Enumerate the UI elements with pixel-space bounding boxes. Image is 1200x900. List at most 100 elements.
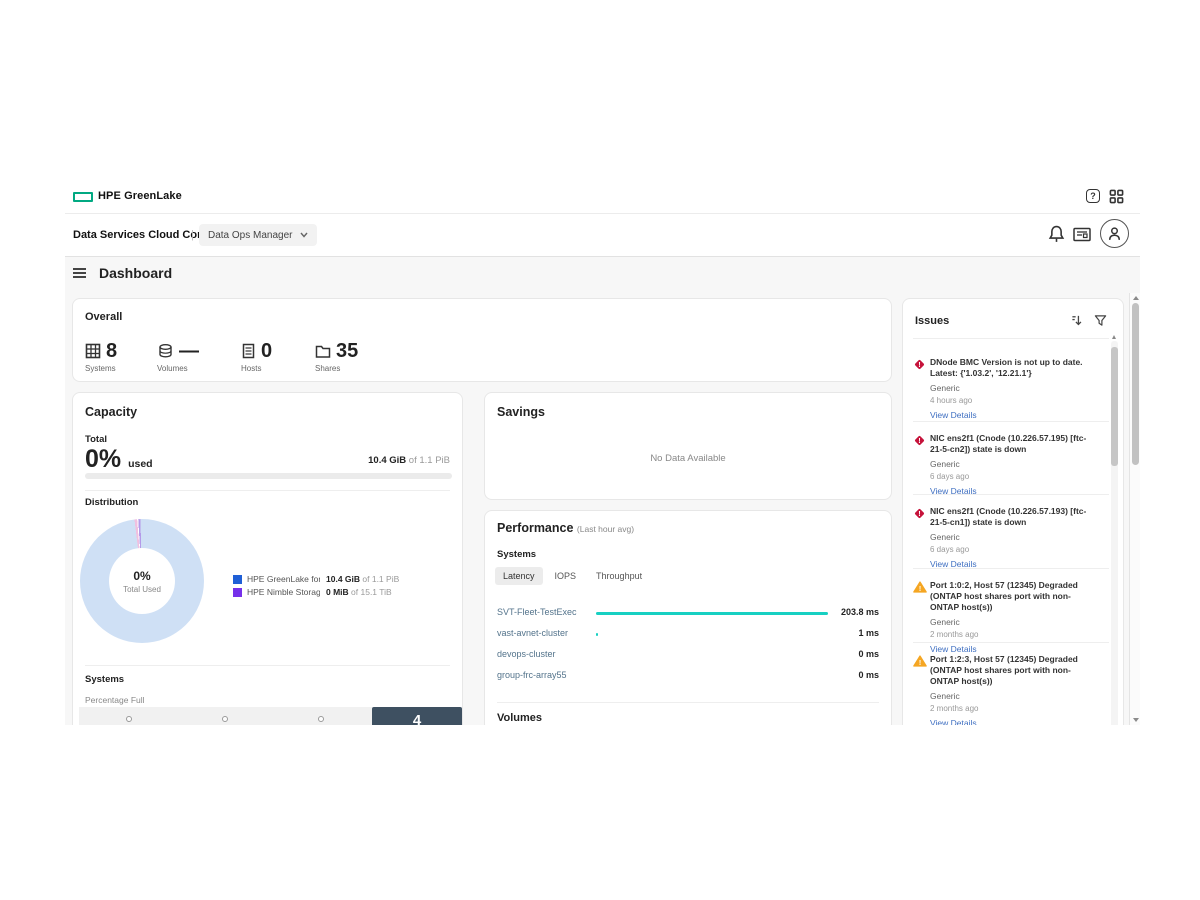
issue-item: ! Port 1:2:3, Host 57 (12345) Degraded (…: [913, 654, 1109, 725]
capacity-used-value: 0% used: [85, 445, 153, 474]
hosts-count: 0: [261, 341, 272, 361]
issue-item: ! NIC ens2f1 (Cnode (10.226.57.195) [ftc…: [913, 433, 1109, 499]
overall-card: Overall 8 Systems: [72, 298, 892, 382]
latency-value: 0 ms: [858, 670, 879, 680]
user-avatar-button[interactable]: [1100, 219, 1129, 248]
latency-bar: [596, 654, 828, 657]
donut-center: 0% Total Used: [109, 548, 175, 614]
latency-value: 1 ms: [858, 628, 879, 638]
distribution-donut-chart: 0% Total Used: [80, 519, 204, 643]
performance-title: Performance (Last hour avg): [497, 521, 634, 535]
apps-grid-icon: [1109, 189, 1124, 204]
filter-icon[interactable]: [1094, 314, 1107, 327]
hpe-logo-icon: [73, 192, 93, 202]
tab-throughput[interactable]: Throughput: [588, 567, 650, 585]
issues-toolbar: [1071, 314, 1107, 327]
latency-value: 203.8 ms: [841, 607, 879, 617]
percentage-full-label: Percentage Full: [85, 695, 145, 705]
menu-button[interactable]: [73, 268, 86, 279]
capacity-title: Capacity: [85, 405, 137, 419]
chevron-down-icon: [300, 232, 308, 238]
critical-icon: !: [913, 507, 926, 520]
hosts-icon: [241, 343, 256, 359]
issue-category: Generic: [930, 459, 1109, 469]
performance-subtitle: (Last hour avg): [577, 524, 634, 534]
capacity-card: Capacity Total 0% used 10.4 GiB of 1.1 P…: [72, 392, 463, 725]
shares-count: 35: [336, 341, 358, 361]
view-details-link[interactable]: View Details: [930, 644, 977, 654]
donut-center-label: Total Used: [123, 585, 161, 594]
system-name-link[interactable]: vast-avnet-cluster: [497, 628, 568, 638]
system-name-link[interactable]: SVT-Fleet-TestExec: [497, 607, 577, 617]
header-separator: |: [191, 229, 194, 241]
bell-icon: [1048, 225, 1065, 244]
scroll-up-arrow-icon[interactable]: [1133, 296, 1139, 300]
systems-icon: [85, 343, 101, 359]
hosts-label: Hosts: [241, 364, 272, 373]
scrollbar-thumb[interactable]: [1111, 347, 1118, 466]
legend-swatch: [233, 588, 242, 597]
warning-icon: !: [913, 655, 927, 667]
sort-icon[interactable]: [1071, 314, 1084, 327]
divider: [497, 702, 879, 703]
performance-tabs: Latency IOPS Throughput: [495, 567, 650, 585]
divider: [913, 642, 1109, 643]
stat-systems: 8 Systems: [85, 341, 117, 373]
divider: [85, 665, 450, 666]
main-content: Dashboard Overall 8 Systems: [65, 257, 1140, 725]
latency-bar: [596, 633, 828, 636]
page-scrollbar[interactable]: [1129, 293, 1140, 725]
svg-text:!: !: [919, 586, 921, 593]
issue-item: ! DNode BMC Version is not up to date. L…: [913, 357, 1109, 423]
issue-title: Port 1:2:3, Host 57 (12345) Degraded (ON…: [930, 654, 1092, 687]
issues-title: Issues: [915, 315, 949, 327]
hpe-greenlake-dashboard: HPE GreenLake ? Data Services Cloud Cons…: [0, 0, 1200, 900]
announcements-button[interactable]: [1073, 227, 1093, 248]
shares-label: Shares: [315, 364, 358, 373]
top-header: HPE GreenLake ?: [65, 183, 1140, 214]
latency-value: 0 ms: [858, 649, 879, 659]
issue-category: Generic: [930, 691, 1109, 701]
shares-icon: [315, 344, 331, 359]
systems-count: 8: [106, 341, 117, 361]
performance-systems-label: Systems: [497, 549, 536, 560]
scrollbar-thumb[interactable]: [1132, 303, 1139, 465]
system-name-link[interactable]: devops-cluster: [497, 649, 556, 659]
savings-empty-state: No Data Available: [485, 453, 891, 464]
histogram-zero-marker: [222, 716, 228, 722]
question-icon: ?: [1086, 189, 1100, 203]
issue-title: DNode BMC Version is not up to date. Lat…: [930, 357, 1092, 379]
notifications-button[interactable]: [1048, 225, 1065, 249]
legend-item-nimble: HPE Nimble Storage Al... 0 MiB of 15.1 T…: [233, 587, 392, 597]
histogram-bar: 4: [372, 707, 462, 725]
apps-grid-button[interactable]: [1109, 189, 1124, 204]
capacity-usage-text: 10.4 GiB of 1.1 PiB: [368, 455, 450, 466]
systems-label: Systems: [85, 364, 117, 373]
issue-item: ! NIC ens2f1 (Cnode (10.226.57.193) [ftc…: [913, 506, 1109, 572]
performance-row: vast-avnet-cluster 1 ms: [497, 628, 879, 642]
issues-scrollbar[interactable]: [1111, 341, 1118, 725]
performance-row: group-frc-array55 0 ms: [497, 670, 879, 684]
help-button[interactable]: ?: [1086, 189, 1101, 204]
histogram-zero-marker: [318, 716, 324, 722]
view-details-link[interactable]: View Details: [930, 410, 977, 420]
divider: [913, 568, 1109, 569]
performance-row: devops-cluster 0 ms: [497, 649, 879, 663]
issue-item: ! Port 1:0:2, Host 57 (12345) Degraded (…: [913, 580, 1109, 657]
stat-shares: 35 Shares: [315, 341, 358, 373]
app-selector-dropdown[interactable]: Data Ops Manager: [199, 224, 317, 246]
legend-swatch: [233, 575, 242, 584]
system-name-link[interactable]: group-frc-array55: [497, 670, 567, 680]
view-details-link[interactable]: View Details: [930, 718, 977, 725]
stat-hosts: 0 Hosts: [241, 341, 272, 373]
performance-card: Performance (Last hour avg) Systems Late…: [484, 510, 892, 725]
distribution-label: Distribution: [85, 497, 138, 508]
performance-volumes-label: Volumes: [497, 712, 542, 724]
scroll-up-arrow-icon[interactable]: [1112, 335, 1116, 339]
warning-icon: !: [913, 581, 927, 593]
capacity-systems-label: Systems: [85, 674, 124, 685]
tab-iops[interactable]: IOPS: [547, 567, 585, 585]
latency-bar: [596, 675, 828, 678]
tab-latency[interactable]: Latency: [495, 567, 543, 585]
scroll-down-arrow-icon[interactable]: [1133, 718, 1139, 722]
